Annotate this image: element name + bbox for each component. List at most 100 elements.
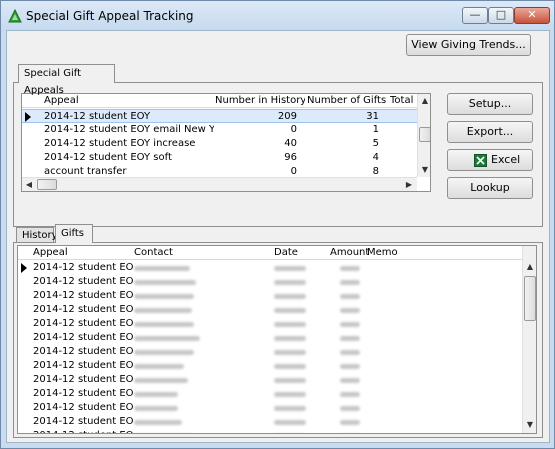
amount-cell-obscured: [340, 322, 360, 327]
table-row[interactable]: 2014-12 student EOY: [18, 429, 522, 433]
table-row[interactable]: 2014-12 student EOY: [18, 275, 522, 289]
table-row[interactable]: 2014-12 student EOY: [18, 331, 522, 345]
app-logo-icon: [8, 9, 22, 23]
close-button[interactable]: ✕: [514, 7, 550, 24]
table-row[interactable]: 2014-12 student EOY soft 96 4: [22, 151, 417, 165]
setup-button[interactable]: Setup...: [447, 93, 533, 115]
table-row[interactable]: 2014-12 student EOY: [18, 317, 522, 331]
appeal-cell: 2014-12 student EOY email New Years: [44, 124, 214, 135]
date-cell-obscured: [274, 336, 306, 341]
scroll-up-icon[interactable]: ▲: [523, 260, 536, 274]
col-gift-appeal-header[interactable]: Appeal: [33, 246, 123, 260]
gifts-grid-header: Appeal Contact Date Amount Memo: [18, 246, 536, 260]
export-button[interactable]: Export...: [447, 121, 533, 143]
col-amount-header[interactable]: Amount: [330, 246, 370, 260]
scroll-left-icon[interactable]: ◀: [22, 178, 36, 191]
date-cell-obscured: [274, 294, 306, 299]
date-cell-obscured: [274, 420, 306, 425]
date-cell-obscured: [274, 350, 306, 355]
table-row[interactable]: 2014-12 student EOY: [18, 345, 522, 359]
gifts-vertical-scrollbar[interactable]: ▲ ▼: [522, 246, 536, 433]
gift-appeal-cell: 2014-12 student EOY: [33, 290, 133, 301]
amount-cell-obscured: [340, 364, 360, 369]
gift-appeal-cell: 2014-12 student EOY: [33, 429, 133, 433]
gift-appeal-cell: 2014-12 student EOY: [33, 276, 133, 287]
contact-cell-obscured: [134, 364, 184, 369]
maximize-button[interactable]: □: [488, 7, 514, 24]
table-row[interactable]: 2014-12 student EOY: [18, 415, 522, 429]
excel-button[interactable]: Excel: [447, 149, 533, 171]
table-row[interactable]: 2014-12 student EOY: [18, 359, 522, 373]
tab-gifts[interactable]: Gifts: [55, 224, 93, 243]
contact-cell-obscured: [134, 308, 192, 313]
amount-cell-obscured: [340, 392, 360, 397]
row-pointer-icon: [25, 112, 31, 122]
gifts-vscroll-thumb[interactable]: [524, 276, 536, 321]
gift-count-cell: 5: [372, 138, 379, 149]
contact-cell-obscured: [134, 294, 194, 299]
gift-appeal-cell: 2014-12 student EOY: [33, 332, 133, 343]
gift-appeal-cell: 2014-12 student EOY: [33, 388, 133, 399]
amount-cell-obscured: [340, 420, 360, 425]
col-contact-header[interactable]: Contact: [134, 246, 214, 260]
col-number-in-history-header[interactable]: Number in History: [215, 94, 305, 108]
history-count-cell: 209: [277, 111, 297, 122]
contact-cell-obscured: [134, 280, 196, 285]
date-cell-obscured: [274, 406, 306, 411]
table-row[interactable]: 2014-12 student EOY increase 40 5: [22, 137, 417, 151]
table-row[interactable]: 2014-12 student EOY email New Years 0 1: [22, 123, 417, 137]
amount-cell-obscured: [340, 266, 360, 271]
contact-cell-obscured: [134, 406, 178, 411]
table-row[interactable]: 2014-12 student EOY: [18, 303, 522, 317]
client-area: View Giving Trends... Special Gift Appea…: [6, 30, 550, 443]
contact-cell-obscured: [134, 336, 200, 341]
gift-appeal-cell: 2014-12 student EOY: [33, 416, 133, 427]
amount-cell-obscured: [340, 378, 360, 383]
appeal-cell: 2014-12 student EOY increase: [44, 138, 196, 149]
history-count-cell: 40: [284, 138, 297, 149]
title-bar[interactable]: Special Gift Appeal Tracking — □ ✕: [1, 1, 554, 31]
gifts-tab-panel: Appeal Contact Date Amount Memo 2014-12 …: [13, 242, 543, 438]
date-cell-obscured: [274, 280, 306, 285]
scroll-right-icon[interactable]: ▶: [402, 178, 416, 191]
gift-appeal-cell: 2014-12 student EOY: [33, 318, 133, 329]
scroll-down-icon[interactable]: ▼: [523, 418, 536, 432]
amount-cell-obscured: [340, 406, 360, 411]
gift-appeal-cell: 2014-12 student EOY: [33, 402, 133, 413]
amount-cell-obscured: [340, 336, 360, 341]
col-memo-header[interactable]: Memo: [367, 246, 407, 260]
gifts-grid[interactable]: Appeal Contact Date Amount Memo 2014-12 …: [17, 245, 537, 434]
appeals-grid[interactable]: Appeal Number in History Number of Gifts…: [21, 93, 431, 192]
contact-cell-obscured: [134, 392, 178, 397]
scroll-down-icon[interactable]: ▼: [418, 163, 430, 177]
appeals-hscroll-thumb[interactable]: [37, 179, 57, 190]
gift-appeal-cell: 2014-12 student EOY: [33, 262, 133, 273]
col-appeal-header[interactable]: Appeal: [44, 94, 204, 108]
table-row[interactable]: 2014-12 student EOY: [18, 373, 522, 387]
col-date-header[interactable]: Date: [274, 246, 324, 260]
contact-cell-obscured: [134, 378, 188, 383]
window-title: Special Gift Appeal Tracking: [26, 9, 194, 23]
table-row[interactable]: 2014-12 student EOY: [18, 401, 522, 415]
amount-cell-obscured: [340, 294, 360, 299]
scroll-up-icon[interactable]: ▲: [418, 94, 430, 108]
date-cell-obscured: [274, 378, 306, 383]
table-row[interactable]: 2014-12 student EOY: [18, 261, 522, 275]
date-cell-obscured: [274, 322, 306, 327]
appeals-horizontal-scrollbar[interactable]: ◀ ▶: [22, 177, 417, 191]
gift-appeal-cell: 2014-12 student EOY: [33, 304, 133, 315]
col-total-header[interactable]: Total G: [390, 94, 418, 108]
table-row[interactable]: 2014-12 student EOY: [18, 387, 522, 401]
table-row[interactable]: 2014-12 student EOY 209 31: [22, 109, 417, 123]
view-giving-trends-button[interactable]: View Giving Trends...: [406, 34, 531, 56]
col-number-of-gifts-header[interactable]: Number of Gifts: [307, 94, 387, 108]
appeals-vertical-scrollbar[interactable]: ▲ ▼: [417, 94, 430, 177]
date-cell-obscured: [274, 392, 306, 397]
table-row[interactable]: 2014-12 student EOY: [18, 289, 522, 303]
date-cell-obscured: [274, 364, 306, 369]
appeal-cell: 2014-12 student EOY: [44, 111, 151, 122]
minimize-button[interactable]: —: [462, 7, 488, 24]
appeals-vscroll-thumb[interactable]: [419, 127, 430, 142]
tab-special-gift-appeals[interactable]: Special Gift Appeals: [18, 64, 115, 96]
lookup-button[interactable]: Lookup: [447, 177, 533, 199]
